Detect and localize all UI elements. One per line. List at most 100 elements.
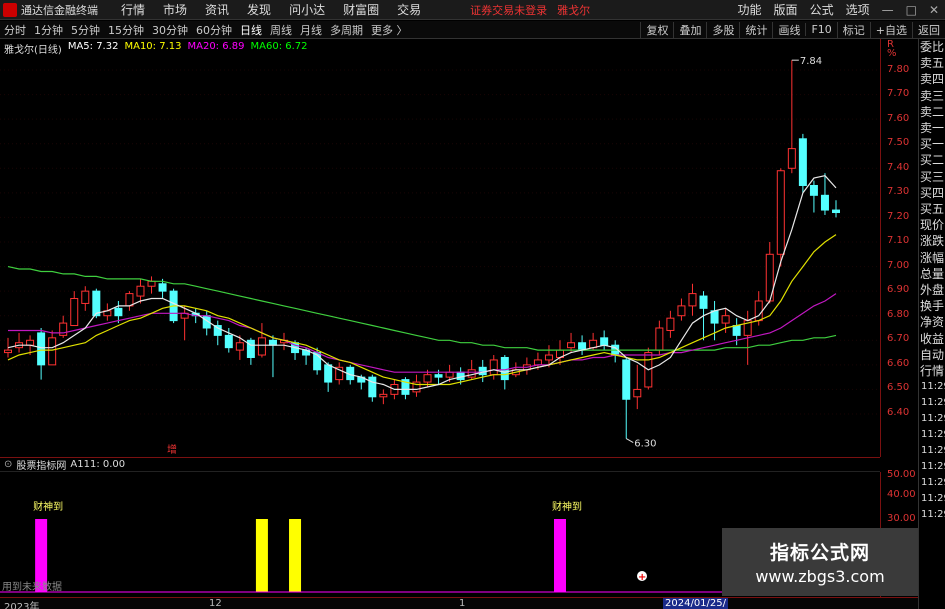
candle[interactable]: [379, 389, 388, 405]
period-30min[interactable]: 30分钟: [148, 22, 192, 38]
candle[interactable]: [600, 330, 609, 351]
candle[interactable]: [37, 328, 46, 380]
candle[interactable]: [202, 310, 211, 336]
candlestick-chart[interactable]: 7.84 6.30 增: [0, 39, 880, 457]
f10-button[interactable]: F10: [805, 23, 836, 36]
candle[interactable]: [798, 133, 807, 193]
side-item[interactable]: 卖二: [919, 104, 945, 120]
period-15min[interactable]: 15分钟: [104, 22, 148, 38]
back-button[interactable]: 返回: [912, 21, 945, 38]
period-weekly[interactable]: 周线: [266, 22, 296, 38]
side-item[interactable]: 总量: [919, 266, 945, 282]
indicator-dropdown-icon[interactable]: ⊙: [4, 459, 12, 470]
candle[interactable]: [15, 332, 24, 353]
side-item[interactable]: 现价: [919, 217, 945, 233]
candle[interactable]: [213, 320, 222, 346]
side-item[interactable]: 外盘: [919, 282, 945, 298]
candle[interactable]: [70, 291, 79, 327]
adjust-button[interactable]: 复权: [640, 21, 673, 38]
period-daily[interactable]: 日线: [236, 22, 266, 38]
candle[interactable]: [335, 362, 344, 385]
side-item[interactable]: 卖三: [919, 88, 945, 104]
candle[interactable]: [368, 374, 377, 402]
candle[interactable]: [622, 357, 631, 439]
side-item[interactable]: 收益: [919, 331, 945, 347]
candle[interactable]: [59, 315, 68, 338]
candle[interactable]: [832, 200, 840, 218]
candle[interactable]: [611, 340, 620, 363]
candle[interactable]: [633, 364, 642, 410]
candle[interactable]: [268, 335, 277, 378]
candle[interactable]: [809, 180, 818, 213]
candle[interactable]: [257, 323, 266, 358]
menu-options[interactable]: 选项: [840, 1, 876, 18]
side-item[interactable]: 买三: [919, 169, 945, 185]
menu-quotes[interactable]: 行情: [112, 1, 154, 18]
candle[interactable]: [180, 305, 189, 341]
menu-function[interactable]: 功能: [732, 1, 768, 18]
period-monthly[interactable]: 月线: [296, 22, 326, 38]
trade-login-status[interactable]: 证券交易未登录: [470, 2, 547, 18]
side-item[interactable]: 买五: [919, 201, 945, 217]
candle[interactable]: [820, 173, 829, 215]
side-item[interactable]: 行情: [919, 363, 945, 379]
period-1min[interactable]: 1分钟: [30, 22, 67, 38]
candle[interactable]: [401, 377, 410, 400]
menu-ask[interactable]: 问小达: [280, 1, 334, 18]
menu-discover[interactable]: 发现: [238, 1, 280, 18]
indicator-header[interactable]: ⊙ 股票指标网 A111: 0.00: [0, 457, 880, 472]
candle[interactable]: [147, 276, 156, 294]
side-item[interactable]: 卖五: [919, 55, 945, 71]
candle[interactable]: [776, 168, 785, 267]
candle[interactable]: [81, 286, 90, 311]
side-item[interactable]: 委比: [919, 39, 945, 55]
menu-market[interactable]: 市场: [154, 1, 196, 18]
maximize-icon[interactable]: □: [900, 3, 923, 17]
side-item[interactable]: 换手: [919, 298, 945, 314]
side-item[interactable]: 自动: [919, 347, 945, 363]
candle[interactable]: [246, 337, 255, 365]
period-multi[interactable]: 多周期: [326, 22, 367, 38]
side-item[interactable]: 卖一: [919, 120, 945, 136]
menu-wealth[interactable]: 财富圈: [334, 1, 388, 18]
candle[interactable]: [489, 355, 498, 380]
side-item[interactable]: 净资: [919, 314, 945, 330]
indicator-name[interactable]: 股票指标网: [16, 457, 66, 472]
period-more[interactable]: 更多 〉: [367, 22, 412, 38]
candle[interactable]: [478, 359, 487, 383]
stats-button[interactable]: 统计: [739, 21, 772, 38]
multi-stock-button[interactable]: 多股: [706, 21, 739, 38]
menu-trade[interactable]: 交易: [388, 1, 430, 18]
period-5min[interactable]: 5分钟: [67, 22, 104, 38]
candle[interactable]: [125, 291, 134, 311]
side-item[interactable]: 卖四: [919, 71, 945, 87]
period-intraday[interactable]: 分时: [0, 22, 30, 38]
menu-layout[interactable]: 版面: [768, 1, 804, 18]
candle[interactable]: [677, 298, 686, 321]
candle[interactable]: [522, 357, 531, 375]
side-item[interactable]: 买四: [919, 185, 945, 201]
candle[interactable]: [103, 303, 112, 321]
menu-news[interactable]: 资讯: [196, 1, 238, 18]
close-icon[interactable]: ✕: [923, 3, 945, 17]
overlay-button[interactable]: 叠加: [673, 21, 706, 38]
menu-formula[interactable]: 公式: [804, 1, 840, 18]
candle[interactable]: [578, 335, 587, 356]
candle[interactable]: [688, 283, 697, 316]
candle[interactable]: [556, 340, 564, 365]
candle[interactable]: [666, 310, 675, 338]
candle[interactable]: [324, 362, 333, 392]
mark-button[interactable]: 标记: [836, 21, 870, 38]
period-60min[interactable]: 60分钟: [192, 22, 236, 38]
candle[interactable]: [787, 60, 796, 174]
minimize-icon[interactable]: —: [876, 3, 900, 17]
side-item[interactable]: 买二: [919, 152, 945, 168]
side-item[interactable]: 涨跌: [919, 233, 945, 249]
candle[interactable]: [136, 278, 145, 304]
candle[interactable]: [412, 374, 421, 397]
candle[interactable]: [467, 359, 476, 380]
add-watchlist-button[interactable]: +自选: [869, 21, 912, 38]
side-item[interactable]: 涨幅: [919, 250, 945, 266]
side-item[interactable]: 买一: [919, 136, 945, 152]
draw-line-button[interactable]: 画线: [772, 21, 805, 38]
